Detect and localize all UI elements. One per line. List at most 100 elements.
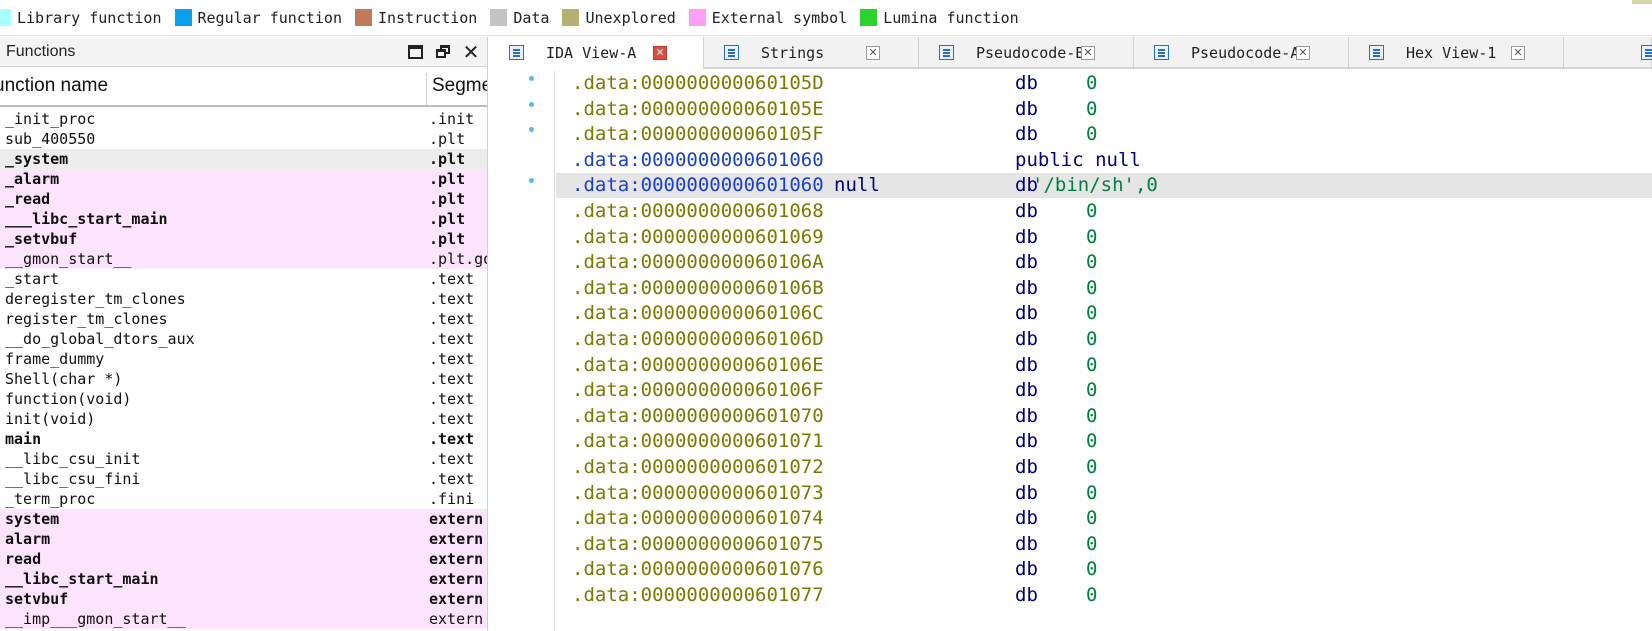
code-line[interactable]: .data:000000000060106F db 0 — [556, 378, 1652, 403]
code-line[interactable]: .data:000000000060106B db 0 — [556, 276, 1652, 301]
tab-close-icon[interactable]: ✕ — [653, 46, 667, 60]
code-mnemonic: db — [1015, 302, 1038, 324]
legend-label: Unexplored — [585, 8, 676, 27]
code-mnemonic: db — [1015, 98, 1038, 120]
code-operand: 0 — [1086, 302, 1098, 324]
function-name: system — [5, 510, 60, 528]
function-row[interactable]: alarm extern — [0, 529, 487, 549]
code-line[interactable]: .data:0000000000601071 db 0 — [556, 429, 1652, 454]
tab-overflow[interactable] — [1564, 37, 1652, 69]
function-row[interactable]: _system .plt — [0, 149, 487, 169]
code-line[interactable]: .data:0000000000601072 db 0 — [556, 455, 1652, 480]
code-line[interactable]: .data:0000000000601074 db 0 — [556, 506, 1652, 531]
code-line[interactable]: .data:000000000060106C db 0 — [556, 301, 1652, 326]
function-row[interactable]: sub_400550 .plt — [0, 129, 487, 149]
function-row[interactable]: __do_global_dtors_aux .text — [0, 329, 487, 349]
function-row[interactable]: init(void) .text — [0, 409, 487, 429]
legend-label: Data — [513, 8, 550, 27]
tab-close-icon[interactable]: ✕ — [1081, 46, 1095, 60]
code-line[interactable]: .data:0000000000601077 db 0 — [556, 583, 1652, 608]
tab-view-icon — [1369, 45, 1384, 60]
code-line[interactable]: .data:000000000060105D db 0 — [556, 71, 1652, 96]
tab-close-icon[interactable]: ✕ — [1296, 46, 1310, 60]
code-line[interactable]: .data:0000000000601060 public null — [556, 148, 1652, 173]
code-operand: 0 — [1086, 405, 1098, 427]
function-segment: .text — [429, 330, 475, 348]
function-name: __imp___gmon_start__ — [5, 610, 186, 628]
code-line[interactable]: .data:0000000000601075 db 0 — [556, 532, 1652, 557]
tab-close-icon[interactable]: ✕ — [866, 46, 880, 60]
function-row[interactable]: _alarm .plt — [0, 169, 487, 189]
function-row[interactable]: register_tm_clones .text — [0, 309, 487, 329]
function-row[interactable]: main .text — [0, 429, 487, 449]
code-address: .data:0000000000601060 — [572, 174, 824, 196]
code-line[interactable]: .data:000000000060106D db 0 — [556, 327, 1652, 352]
function-row[interactable]: deregister_tm_clones .text — [0, 289, 487, 309]
code-mnemonic: db — [1015, 200, 1038, 222]
code-line[interactable]: .data:0000000000601070 db 0 — [556, 404, 1652, 429]
function-row[interactable]: __libc_start_main extern — [0, 569, 487, 589]
function-row[interactable]: Shell(char *) .text — [0, 369, 487, 389]
function-row[interactable]: _term_proc .fini — [0, 489, 487, 509]
legend-swatch-icon — [688, 9, 706, 26]
breakpoint-dot-icon[interactable] — [529, 127, 534, 132]
tab-strings[interactable]: Strings ✕ — [704, 37, 919, 69]
function-name: _setvbuf — [5, 230, 78, 248]
code-line[interactable]: .data:0000000000601060 null db '/bin/sh',0 — [556, 173, 1652, 198]
code-line[interactable]: .data:0000000000601069 db 0 — [556, 225, 1652, 250]
close-icon[interactable]: ✕ — [459, 40, 483, 64]
maximize-icon[interactable] — [403, 40, 427, 64]
function-row[interactable]: __libc_csu_fini .text — [0, 469, 487, 489]
function-row[interactable]: function(void) .text — [0, 389, 487, 409]
tab-bar: IDA View-A ✕ Strings ✕ Pseudocode-B ✕ Pseudoco… — [489, 37, 1652, 69]
function-row[interactable]: __libc_csu_init .text — [0, 449, 487, 469]
function-row[interactable]: __gmon_start__ .plt.go — [0, 249, 487, 269]
code-address: .data:0000000000601069 — [572, 226, 824, 248]
function-row[interactable]: setvbuf extern — [0, 589, 487, 609]
code-mnemonic: db — [1015, 354, 1038, 376]
code-operand: '/bin/sh',0 — [1032, 174, 1158, 196]
code-line[interactable]: .data:000000000060106A db 0 — [556, 250, 1652, 275]
function-row[interactable]: read extern — [0, 549, 487, 569]
code-line[interactable]: .data:000000000060105F db 0 — [556, 122, 1652, 147]
code-line[interactable]: .data:0000000000601076 db 0 — [556, 557, 1652, 582]
code-operand: 0 — [1086, 379, 1098, 401]
column-divider[interactable] — [426, 73, 427, 105]
breakpoint-dot-icon[interactable] — [529, 178, 534, 183]
function-row[interactable]: system extern — [0, 509, 487, 529]
column-header-segment[interactable]: Segme — [432, 75, 487, 107]
function-row[interactable]: _init_proc .init — [0, 109, 487, 129]
functions-panel-title: Functions — [6, 42, 76, 60]
function-row[interactable]: _read .plt — [0, 189, 487, 209]
breakpoint-dot-icon[interactable] — [529, 76, 534, 81]
restore-icon[interactable] — [431, 40, 455, 64]
tab-pseudocode-b[interactable]: Pseudocode-B ✕ — [919, 37, 1134, 69]
tab-close-icon[interactable]: ✕ — [1511, 46, 1525, 60]
tab-label: Hex View-1 — [1406, 44, 1497, 62]
function-row[interactable]: _start .text — [0, 269, 487, 289]
code-address: .data:0000000000601074 — [572, 507, 824, 529]
function-segment: .plt — [429, 150, 466, 168]
code-line[interactable]: .data:000000000060105E db 0 — [556, 97, 1652, 122]
code-mnemonic: db — [1015, 251, 1038, 273]
code-line[interactable]: .data:0000000000601068 db 0 — [556, 199, 1652, 224]
column-header-function-name[interactable]: unction name — [0, 75, 426, 107]
tab-pseudocode-a[interactable]: Pseudocode-A ✕ — [1134, 37, 1349, 69]
function-row[interactable]: _setvbuf .plt — [0, 229, 487, 249]
function-segment: .text — [429, 310, 475, 328]
function-segment: .text — [429, 290, 475, 308]
tab-ida-view-a[interactable]: IDA View-A ✕ — [489, 37, 704, 69]
ida-view-code-area[interactable]: .data:000000000060105D db 0 .data:000000000… — [489, 71, 1652, 631]
function-row[interactable]: ___libc_start_main .plt — [0, 209, 487, 229]
code-line[interactable]: .data:0000000000601073 db 0 — [556, 481, 1652, 506]
tab-hex-view-1[interactable]: Hex View-1 ✕ — [1349, 37, 1564, 69]
code-address: .data:0000000000601075 — [572, 533, 824, 555]
function-row[interactable]: frame_dummy .text — [0, 349, 487, 369]
code-line[interactable]: .data:000000000060106E db 0 — [556, 353, 1652, 378]
breakpoint-dot-icon[interactable] — [529, 102, 534, 107]
code-address: .data:0000000000601070 — [572, 405, 824, 427]
function-segment: .fini — [429, 490, 475, 508]
code-mnemonic: db — [1015, 584, 1038, 606]
legend-topright-strip — [1632, 0, 1652, 4]
function-row[interactable]: __imp___gmon_start__ extern — [0, 609, 487, 629]
